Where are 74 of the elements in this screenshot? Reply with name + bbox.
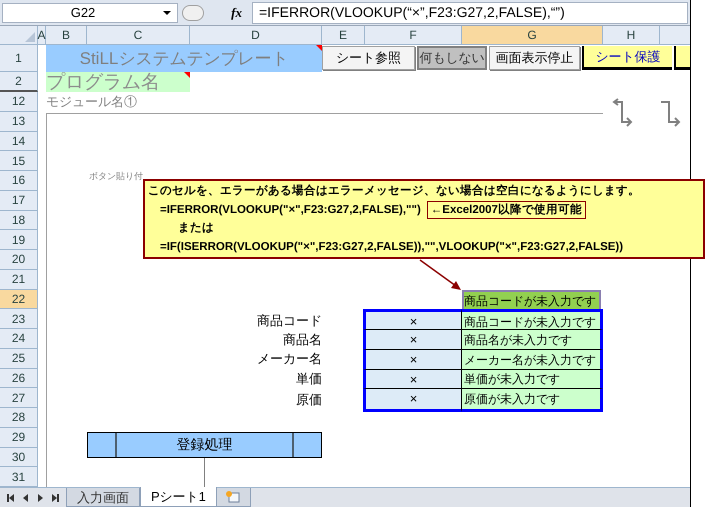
row-header[interactable]: 21 [0, 270, 38, 290]
row-header[interactable]: 12 [0, 92, 38, 112]
row-header[interactable]: 28 [0, 408, 38, 428]
field-label: 単価 [296, 370, 322, 388]
new-sheet-button[interactable] [216, 488, 251, 507]
row-header[interactable]: 24 [0, 329, 38, 349]
sheet-macro-button[interactable]: シート参照 [322, 46, 415, 70]
field-label: メーカー名 [257, 350, 322, 368]
row-header[interactable]: 1 [0, 45, 38, 72]
error-message-cell: 原価が未入力です [462, 388, 603, 412]
column-header[interactable]: B [46, 26, 87, 44]
column-header[interactable]: G [462, 26, 603, 44]
row-header[interactable]: 2 [0, 72, 38, 92]
formula-text: =IF(ISERROR(VLOOKUP("×",F23:G27,2,FALSE)),"",VLOOKUP("×",F23:G27,2,FALSE)) [160, 240, 624, 255]
input-mark-cell[interactable]: × [363, 329, 462, 350]
formula-text: =IFERROR(VLOOKUP("×",F23:G27,2,FALSE),"") [160, 202, 421, 218]
row-header[interactable]: 16 [0, 171, 38, 191]
comment-text: このセルを、エラーがある場合はエラーメッセージ、ない場合は空白になるようにします。 [148, 183, 640, 199]
input-mark-cell[interactable]: × [363, 388, 462, 412]
elbow-connector-icon[interactable] [612, 98, 634, 128]
previous-sheet-icon[interactable] [23, 494, 28, 502]
register-button[interactable]: 登録処理 [87, 432, 322, 458]
result-cell[interactable]: 商品コードが未入力です [462, 290, 601, 312]
row-header[interactable]: 20 [0, 250, 38, 270]
row-header[interactable]: 22 [0, 290, 38, 310]
elbow-connector-icon[interactable] [660, 98, 682, 128]
sheet-macro-button[interactable]: 何もしない [417, 46, 487, 70]
module-name-label: モジュール名① [46, 93, 137, 112]
placeholder-label: ボタン貼り付 [88, 171, 143, 181]
splitter-handle-icon[interactable] [182, 4, 204, 20]
last-sheet-icon[interactable] [52, 494, 60, 502]
row-header[interactable]: 18 [0, 210, 38, 230]
field-label: 商品名 [283, 330, 322, 348]
input-mark-cell[interactable]: × [363, 368, 462, 389]
input-mark-cell[interactable]: × [363, 348, 462, 370]
column-header[interactable]: D [190, 26, 322, 44]
row-header[interactable]: 19 [0, 230, 38, 250]
row-header[interactable]: 27 [0, 388, 38, 408]
row-header[interactable]: 29 [0, 428, 38, 448]
error-message-cell: 商品名が未入力です [462, 329, 603, 350]
row-header[interactable]: 30 [0, 448, 38, 468]
error-message-cell: 単価が未入力です [462, 368, 603, 389]
column-header[interactable]: H [603, 26, 660, 44]
dropdown-caret-icon [163, 10, 171, 14]
row-header[interactable]: 15 [0, 151, 38, 171]
row-header[interactable]: 25 [0, 348, 38, 368]
version-note: ←Excel2007以降で使用可能 [426, 200, 586, 219]
first-sheet-icon[interactable] [6, 494, 14, 502]
field-label: 商品コード [257, 312, 322, 330]
formula-field[interactable]: =IFERROR(VLOOKUP(“×”,F23:G27,2,FALSE),“”) [252, 2, 688, 24]
row-header[interactable]: 17 [0, 190, 38, 210]
row-header[interactable]: 31 [0, 467, 38, 487]
column-header[interactable]: C [87, 26, 190, 44]
sheet-tab[interactable]: Pシート1 [140, 487, 217, 507]
sheet-macro-button[interactable] [674, 46, 690, 70]
name-box[interactable]: G22 [2, 2, 178, 22]
program-name-cell: プログラム名 [46, 72, 190, 92]
new-sheet-icon [225, 490, 242, 504]
insert-function-button[interactable]: fx [208, 2, 248, 22]
sheet-macro-button[interactable]: 画面表示停止 [489, 46, 580, 70]
sheet-tab[interactable]: 入力画面 [66, 488, 140, 507]
row-header[interactable]: 26 [0, 368, 38, 388]
column-header[interactable]: E [322, 26, 365, 44]
error-message-cell: メーカー名が未入力です [462, 348, 603, 370]
field-label: 原価 [296, 391, 322, 410]
column-header[interactable]: A [38, 26, 46, 44]
comment-indicator-icon [184, 72, 190, 78]
comment-text: または [177, 221, 214, 236]
row-header[interactable]: 14 [0, 132, 38, 152]
row-header[interactable]: 23 [0, 309, 38, 329]
row-header[interactable]: 13 [0, 112, 38, 132]
sheet-macro-button[interactable]: シート保護 [582, 46, 672, 70]
next-sheet-icon[interactable] [38, 494, 43, 502]
title-cell: StiLLシステムテンプレート [46, 45, 322, 72]
